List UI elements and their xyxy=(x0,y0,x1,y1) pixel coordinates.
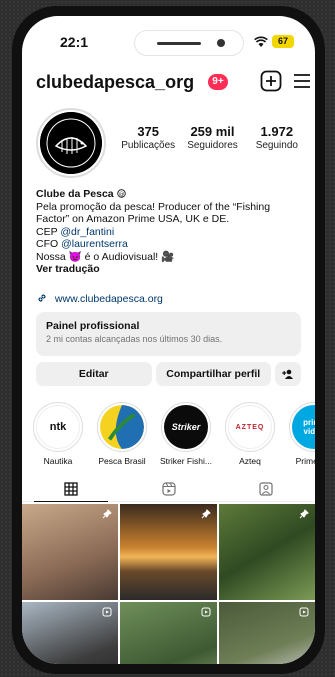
highlight-label: Nautika xyxy=(43,456,73,466)
highlight-pesca-brasil[interactable]: Pesca Brasil xyxy=(94,402,150,468)
display-name: Clube da Pesca xyxy=(36,188,114,200)
posts-grid xyxy=(22,504,315,664)
stat-value: 1.972 xyxy=(260,124,294,139)
highlight-logo: ntk xyxy=(36,405,80,449)
website-link[interactable]: www.clubedapesca.org xyxy=(36,292,163,305)
dashboard-subtitle: 2 mi contas alcançadas nos últimos 30 di… xyxy=(46,334,223,344)
grid-post[interactable] xyxy=(218,504,315,600)
tab-posts-grid[interactable] xyxy=(22,476,120,502)
highlight-nautika[interactable]: ntk Nautika xyxy=(30,402,86,468)
status-bar: 22:1 67 xyxy=(22,30,315,56)
reel-icon xyxy=(201,607,211,617)
bio-cep-line: CEP @dr_fantini xyxy=(36,226,305,239)
status-time: 22:1 xyxy=(60,34,89,50)
link-icon xyxy=(38,294,46,302)
highlight-ring: ntk xyxy=(33,402,83,452)
story-highlights: ntk Nautika Pesca Brasil Striker Striker… xyxy=(30,402,315,468)
profile-header: clubedapesca_org 9+ xyxy=(36,68,310,98)
grid-post[interactable] xyxy=(22,504,119,600)
bio-line: Nossa 😈 é o Audiovisual! 🎥 xyxy=(36,250,175,263)
grid-post[interactable] xyxy=(218,602,315,664)
profile-tabs xyxy=(22,476,315,502)
bio-cfo-line: CFO @laurentserra xyxy=(36,238,305,251)
highlight-ring: AZTEQ xyxy=(225,402,275,452)
create-plus-icon[interactable] xyxy=(260,70,282,92)
share-profile-button[interactable]: Compartilhar perfil xyxy=(155,362,271,386)
stat-label: Publicações xyxy=(121,140,176,151)
highlight-label: Prime Vid xyxy=(295,456,315,466)
stat-label: Seguidores xyxy=(187,140,238,151)
threads-icon[interactable]: @ xyxy=(116,189,126,198)
pinned-icon xyxy=(299,509,309,519)
reel-icon xyxy=(299,607,309,617)
island-dot xyxy=(217,39,225,47)
stat-following[interactable]: 1.972 Seguindo xyxy=(245,124,309,151)
highlight-logo: Striker xyxy=(164,405,208,449)
notification-badge[interactable]: 9+ xyxy=(208,74,228,90)
svg-text:@: @ xyxy=(118,191,123,197)
pinned-icon xyxy=(102,509,113,519)
reel-icon xyxy=(102,607,112,617)
highlight-ring xyxy=(97,402,147,452)
grid-post[interactable] xyxy=(22,602,119,664)
stat-label: Seguindo xyxy=(255,140,298,151)
highlight-striker[interactable]: Striker Striker Fishi... xyxy=(158,402,214,468)
stat-value: 259 mil xyxy=(190,124,235,139)
stat-posts[interactable]: 375 Publicações xyxy=(116,124,180,151)
tab-reels[interactable] xyxy=(120,476,218,501)
edit-profile-button[interactable]: Editar xyxy=(36,362,152,386)
bio-cep-prefix: CEP xyxy=(36,225,61,238)
see-translation-link[interactable]: Ver tradução xyxy=(36,263,305,276)
bio-line: Factor” on Amazon Prime USA, UK e DE. xyxy=(36,213,230,225)
grid-post[interactable] xyxy=(120,602,217,664)
dashboard-title: Painel profissional xyxy=(46,320,140,332)
tab-tagged[interactable] xyxy=(217,476,315,501)
add-person-icon xyxy=(282,369,293,379)
pinned-icon xyxy=(201,509,211,519)
wifi-icon xyxy=(254,36,268,47)
bio-line: Pela promoção da pesca! Producer of the … xyxy=(36,200,271,213)
bio-cfo-prefix: CFO xyxy=(36,238,62,250)
highlight-prime-video[interactable]: prime video Prime Vid xyxy=(286,402,315,468)
avatar[interactable] xyxy=(36,108,106,178)
highlight-label: Pesca Brasil xyxy=(98,456,146,466)
menu-icon[interactable] xyxy=(292,72,312,90)
bio: Clube da Pesca @ Pela promoção da pesca!… xyxy=(36,188,305,276)
highlight-logo: prime video xyxy=(292,405,315,449)
grid-post[interactable] xyxy=(120,504,217,600)
highlight-azteq[interactable]: AZTEQ Azteq xyxy=(222,402,278,468)
mention-cep[interactable]: @dr_fantini xyxy=(60,226,114,238)
tagged-user-icon xyxy=(259,481,273,496)
battery-indicator: 67 xyxy=(272,35,294,48)
grid-icon xyxy=(64,481,78,496)
mention-cfo[interactable]: @laurentserra xyxy=(61,238,128,250)
profile-stats: 375 Publicações 259 mil Seguidores 1.972… xyxy=(116,124,309,151)
discover-people-button[interactable] xyxy=(275,362,301,386)
highlight-ring: prime video xyxy=(289,402,315,452)
highlight-label: Azteq xyxy=(239,456,261,466)
island-pill xyxy=(157,42,201,45)
stat-value: 375 xyxy=(137,124,160,139)
highlight-label: Striker Fishi... xyxy=(160,456,212,466)
profile-actions: Editar Compartilhar perfil xyxy=(36,362,301,386)
professional-dashboard[interactable]: Painel profissional 2 mi contas alcançad… xyxy=(36,312,301,356)
avatar-logo-icon xyxy=(40,112,102,174)
website-link-text: www.clubedapesca.org xyxy=(54,293,163,305)
username[interactable]: clubedapesca_org xyxy=(36,72,194,93)
phone-frame: 22:1 67 clubedapesca_org 9+ 375 Publicaç… xyxy=(12,6,325,674)
highlight-logo: AZTEQ xyxy=(228,405,272,449)
screen: 22:1 67 clubedapesca_org 9+ 375 Publicaç… xyxy=(22,16,315,664)
reels-icon xyxy=(161,481,176,496)
highlight-ring: Striker xyxy=(161,402,211,452)
pesca-brasil-logo-icon xyxy=(100,405,144,449)
stat-followers[interactable]: 259 mil Seguidores xyxy=(180,124,244,151)
dynamic-island xyxy=(134,30,244,56)
